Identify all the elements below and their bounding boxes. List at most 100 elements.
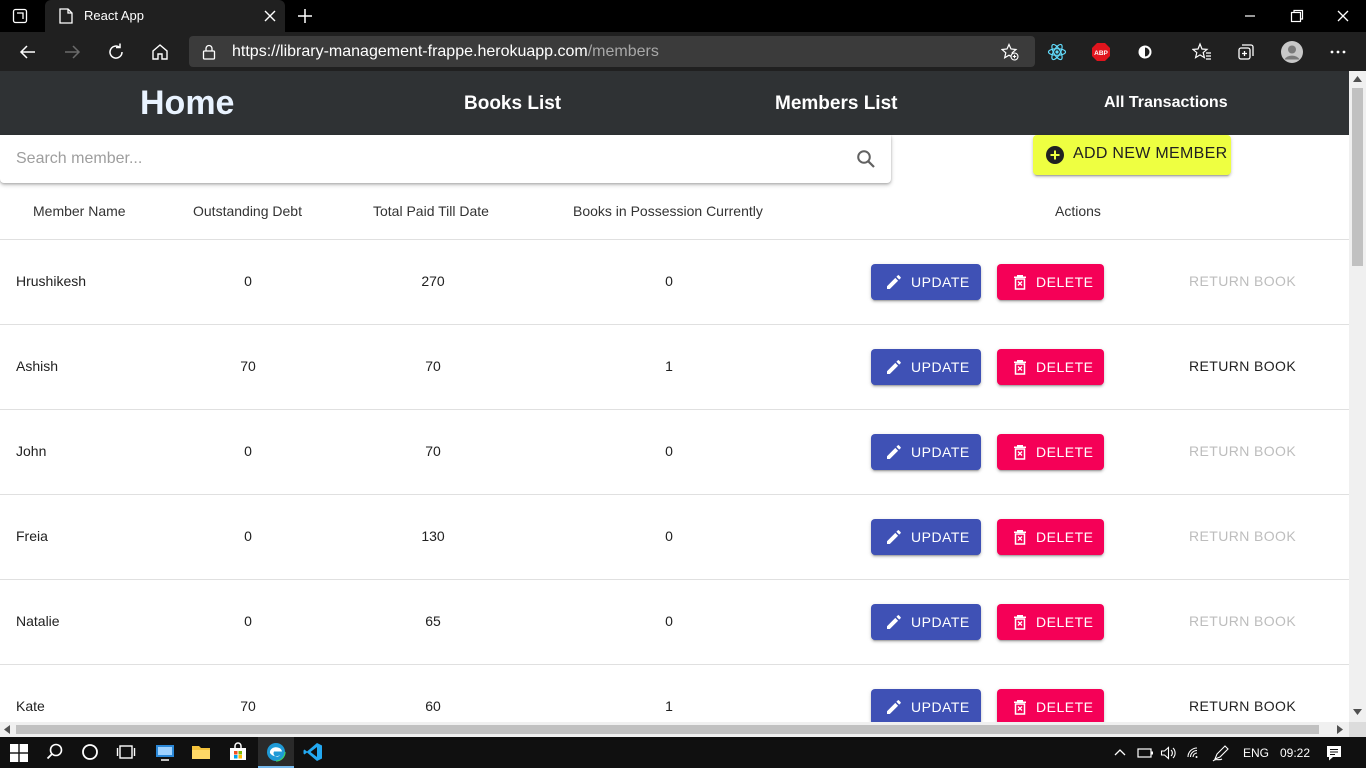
edit-pencil-icon xyxy=(887,445,901,459)
windows-start-icon[interactable] xyxy=(10,744,28,762)
file-explorer-icon[interactable] xyxy=(191,742,211,762)
delete-trash-icon xyxy=(1014,700,1026,715)
delete-member-button[interactable]: DELETE xyxy=(997,264,1104,300)
tab-actions-icon[interactable] xyxy=(12,8,28,24)
return-book-button: RETURN BOOK xyxy=(1189,613,1297,629)
outstanding-debt-cell: 70 xyxy=(240,358,256,374)
address-bar[interactable]: https://library-management-frappe.heroku… xyxy=(189,36,1035,67)
restore-icon[interactable] xyxy=(1288,7,1306,25)
delete-member-button[interactable]: DELETE xyxy=(997,434,1104,470)
delete-member-button[interactable]: DELETE xyxy=(997,689,1104,722)
update-member-button[interactable]: UPDATE xyxy=(871,434,981,470)
close-window-icon[interactable] xyxy=(1334,7,1352,25)
scroll-left-arrow-icon[interactable] xyxy=(4,725,10,734)
update-member-button[interactable]: UPDATE xyxy=(871,264,981,300)
refresh-icon[interactable] xyxy=(106,42,126,62)
return-book-button: RETURN BOOK xyxy=(1189,443,1297,459)
adblock-icon[interactable]: ABP xyxy=(1091,42,1111,62)
task-view-icon[interactable] xyxy=(116,742,136,762)
lock-icon[interactable] xyxy=(202,44,216,60)
add-new-member-label: ADD NEW MEMBER xyxy=(1073,145,1228,162)
search-icon[interactable] xyxy=(856,149,876,169)
add-new-member-button[interactable]: ADD NEW MEMBER xyxy=(1033,135,1231,175)
cortana-icon[interactable] xyxy=(80,742,100,762)
scroll-down-arrow-icon[interactable] xyxy=(1353,709,1362,715)
nav-home-link[interactable]: Home xyxy=(140,84,234,123)
notifications-icon[interactable] xyxy=(1325,744,1343,762)
add-favorite-icon[interactable] xyxy=(1001,43,1019,61)
update-button-label: UPDATE xyxy=(911,359,970,375)
column-header-outstanding-debt: Outstanding Debt xyxy=(193,203,302,219)
edit-pencil-icon xyxy=(887,275,901,289)
delete-trash-icon xyxy=(1014,445,1026,460)
react-devtools-icon[interactable] xyxy=(1047,42,1067,62)
scroll-up-arrow-icon[interactable] xyxy=(1353,76,1362,82)
outstanding-debt-cell: 0 xyxy=(244,528,252,544)
tray-chevron-up-icon[interactable] xyxy=(1113,746,1127,760)
taskbar-search-icon[interactable] xyxy=(45,742,65,762)
add-circle-icon xyxy=(1046,146,1064,164)
update-member-button[interactable]: UPDATE xyxy=(871,604,981,640)
nav-members-list-link[interactable]: Members List xyxy=(775,93,897,115)
column-header-member-name: Member Name xyxy=(33,203,126,219)
books-in-possession-cell: 1 xyxy=(665,698,673,714)
clock[interactable]: 09:22 xyxy=(1280,746,1310,760)
column-header-books-in-possession: Books in Possession Currently xyxy=(573,203,763,219)
volume-icon[interactable] xyxy=(1160,744,1178,762)
tab-title: React App xyxy=(84,8,144,23)
wifi-icon[interactable] xyxy=(1186,744,1204,762)
update-member-button[interactable]: UPDATE xyxy=(871,519,981,555)
outstanding-debt-cell: 0 xyxy=(244,273,252,289)
home-icon[interactable] xyxy=(150,42,170,62)
delete-button-label: DELETE xyxy=(1036,274,1094,290)
pen-ink-icon[interactable] xyxy=(1212,744,1230,762)
vertical-scroll-thumb[interactable] xyxy=(1352,88,1363,266)
update-member-button[interactable]: UPDATE xyxy=(871,689,981,722)
outstanding-debt-cell: 70 xyxy=(240,698,256,714)
total-paid-cell: 270 xyxy=(421,273,445,289)
delete-member-button[interactable]: DELETE xyxy=(997,519,1104,555)
desktop-app-icon[interactable] xyxy=(155,742,175,762)
horizontal-scroll-thumb[interactable] xyxy=(16,725,1319,734)
update-button-label: UPDATE xyxy=(911,614,970,630)
delete-member-button[interactable]: DELETE xyxy=(997,349,1104,385)
store-icon[interactable] xyxy=(228,742,248,762)
more-options-icon[interactable] xyxy=(1328,42,1348,62)
extension-icon[interactable] xyxy=(1135,42,1155,62)
close-tab-icon[interactable] xyxy=(263,9,277,23)
forward-icon[interactable] xyxy=(62,42,82,62)
taskbar-edge-active[interactable] xyxy=(258,737,294,768)
edge-browser-icon xyxy=(266,742,286,762)
language-indicator[interactable]: ENG xyxy=(1243,746,1269,760)
back-icon[interactable] xyxy=(18,42,38,62)
update-button-label: UPDATE xyxy=(911,699,970,715)
member-name-cell: Ashish xyxy=(16,358,59,374)
search-input[interactable] xyxy=(16,147,836,171)
delete-button-label: DELETE xyxy=(1036,699,1094,715)
url-text[interactable]: https://library-management-frappe.heroku… xyxy=(232,43,659,61)
profile-avatar-icon[interactable] xyxy=(1280,40,1304,64)
browser-tab[interactable]: React App xyxy=(45,0,285,32)
return-book-button[interactable]: RETURN BOOK xyxy=(1189,358,1296,374)
vscode-icon[interactable] xyxy=(303,742,323,762)
scroll-right-arrow-icon[interactable] xyxy=(1337,725,1343,734)
battery-icon[interactable] xyxy=(1137,744,1155,762)
total-paid-cell: 60 xyxy=(425,698,441,714)
favorites-icon[interactable] xyxy=(1192,42,1212,62)
table-row: Natalie 0 65 0 UPDATE DELETE RETURN BOOK xyxy=(0,580,1349,665)
update-button-label: UPDATE xyxy=(911,444,970,460)
table-row: Ashish 70 70 1 UPDATE DELETE RETURN BOOK xyxy=(0,325,1349,410)
minimize-icon[interactable] xyxy=(1241,7,1259,25)
horizontal-scrollbar[interactable] xyxy=(0,722,1349,737)
outstanding-debt-cell: 0 xyxy=(244,613,252,629)
nav-books-list-link[interactable]: Books List xyxy=(464,93,561,115)
nav-all-transactions-link[interactable]: All Transactions xyxy=(1104,94,1228,112)
update-member-button[interactable]: UPDATE xyxy=(871,349,981,385)
windows-taskbar: ENG 09:22 xyxy=(0,737,1366,768)
vertical-scrollbar[interactable] xyxy=(1349,71,1366,722)
new-tab-icon[interactable] xyxy=(296,7,314,25)
collections-icon[interactable] xyxy=(1236,42,1256,62)
column-header-actions: Actions xyxy=(1055,203,1101,219)
return-book-button[interactable]: RETURN BOOK xyxy=(1189,698,1296,714)
delete-member-button[interactable]: DELETE xyxy=(997,604,1104,640)
